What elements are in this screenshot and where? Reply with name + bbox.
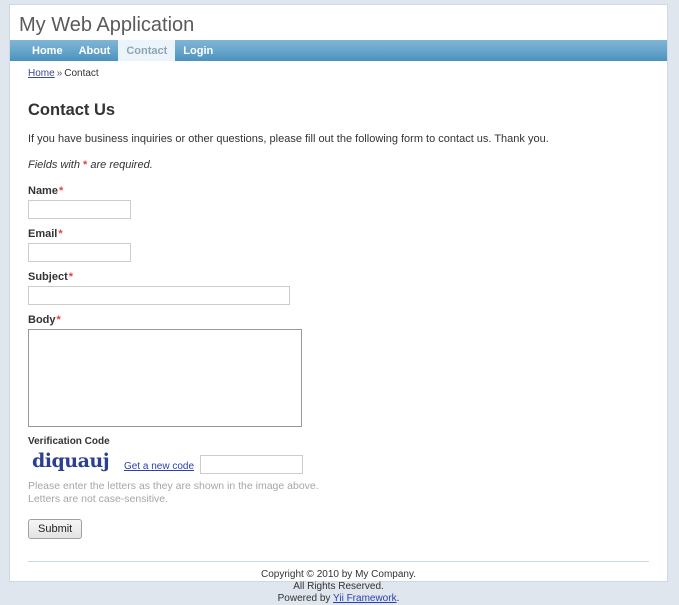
verification-code-label: Verification Code <box>28 436 110 448</box>
body-label: Body* <box>28 314 649 326</box>
captcha-hint-line2: Letters are not case-sensitive. <box>28 493 169 506</box>
captcha-text: diquauj <box>32 450 110 473</box>
required-note-asterisk: * <box>83 159 88 172</box>
email-required-asterisk: * <box>58 228 63 241</box>
form-row-name: Name* <box>28 185 649 220</box>
submit-button[interactable]: Submit <box>28 519 83 540</box>
main-content: Contact Us If you have business inquirie… <box>10 79 667 605</box>
subject-input[interactable] <box>28 286 290 306</box>
required-note-suffix: are required. <box>90 159 153 172</box>
footer-copyright: Copyright © 2010 by My Company. <box>260 569 417 581</box>
captcha-row: diquauj Get a new code <box>28 448 649 475</box>
captcha-image: diquauj <box>28 448 110 474</box>
breadcrumb-home-link[interactable]: Home <box>28 68 55 79</box>
nav-item-contact[interactable]: Contact <box>118 40 176 61</box>
nav-item-login[interactable]: Login <box>175 40 221 61</box>
name-label-text: Name <box>28 185 58 198</box>
body-textarea[interactable] <box>28 329 302 428</box>
breadcrumb-current: Contact <box>64 68 99 79</box>
name-required-asterisk: * <box>58 185 64 198</box>
nav-item-home[interactable]: Home <box>24 40 71 61</box>
breadcrumb: Home» Contact <box>10 61 667 79</box>
breadcrumb-separator: » <box>56 68 63 79</box>
form-row-subject: Subject* <box>28 271 649 306</box>
required-fields-note: Fields with * are required. <box>28 159 649 171</box>
body-required-asterisk: * <box>56 314 61 327</box>
page-title: Contact Us <box>28 100 116 119</box>
powered-by-prefix: Powered by <box>277 593 331 605</box>
required-note-prefix: Fields with <box>28 159 80 172</box>
name-input[interactable] <box>28 200 131 220</box>
footer-powered-by: Powered by Yii Framework. <box>28 593 649 605</box>
form-row-email: Email* <box>28 228 649 263</box>
email-label-text: Email <box>28 228 58 241</box>
captcha-hint-line1: Please enter the letters as they are sho… <box>28 480 319 493</box>
footer-rights: All Rights Reserved. <box>293 581 384 593</box>
form-row-body: Body* <box>28 314 649 428</box>
captcha-hint: Please enter the letters as they are sho… <box>28 480 649 506</box>
subject-label-text: Subject <box>28 271 68 284</box>
yii-framework-link[interactable]: Yii Framework <box>333 593 397 604</box>
form-row-verification: Verification Code diquauj Get a new code… <box>28 436 649 506</box>
main-navigation: Home About Contact Login <box>10 40 667 61</box>
nav-item-about[interactable]: About <box>71 40 119 61</box>
page-footer: Copyright © 2010 by My Company. All Righ… <box>28 562 649 605</box>
subject-label: Subject* <box>28 271 649 283</box>
get-new-code-link[interactable]: Get a new code <box>124 461 194 472</box>
powered-by-suffix: . <box>396 593 400 605</box>
email-label: Email* <box>28 228 649 240</box>
subject-required-asterisk: * <box>68 271 74 284</box>
intro-text: If you have business inquiries or other … <box>28 133 549 146</box>
site-title: My Web Application <box>19 14 195 36</box>
email-input[interactable] <box>28 243 131 263</box>
name-label: Name* <box>28 185 649 197</box>
page-container: My Web Application Home About Contact Lo… <box>9 4 668 604</box>
verification-code-input[interactable] <box>200 455 304 475</box>
body-label-text: Body <box>28 314 56 327</box>
site-header: My Web Application <box>10 5 667 40</box>
submit-row: Submit <box>28 519 649 540</box>
